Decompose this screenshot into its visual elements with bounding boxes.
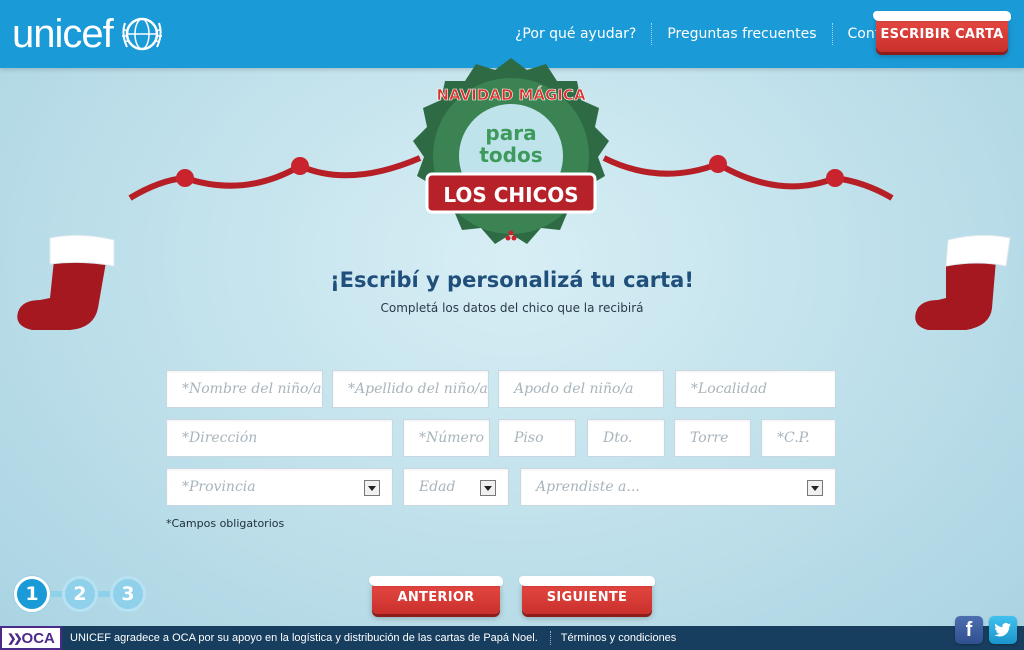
facebook-icon[interactable]: f: [955, 616, 983, 644]
dropdown-arrow-icon[interactable]: [807, 480, 823, 496]
facebook-glyph: f: [965, 618, 973, 641]
required-fields-note: *Campos obligatorios: [166, 517, 285, 530]
twitter-bird-icon: [994, 623, 1011, 637]
badge-line2: para: [485, 121, 536, 145]
direccion-field[interactable]: *Dirección: [166, 419, 393, 457]
dto-field[interactable]: Dto.: [587, 419, 665, 457]
torre-field[interactable]: Torre: [674, 419, 751, 457]
edad-value: Edad: [419, 479, 456, 495]
dropdown-arrow-icon[interactable]: [480, 480, 496, 496]
footer: ❯❯ OCA UNICEF agradece a OCA por su apoy…: [0, 626, 1024, 650]
anterior-button[interactable]: ANTERIOR: [369, 576, 503, 614]
numero-field[interactable]: *Número: [403, 419, 490, 457]
apellido-field[interactable]: *Apellido del niño/a: [332, 370, 489, 408]
terminos-link[interactable]: Términos y condiciones: [561, 632, 677, 644]
logo-text: unicef: [12, 12, 114, 56]
provincia-select[interactable]: *Provincia: [166, 468, 393, 506]
snow-cap: [873, 11, 1011, 21]
twitter-icon[interactable]: [989, 616, 1017, 644]
cp-field[interactable]: *C.P.: [761, 419, 836, 457]
page-subtitle: Completá los datos del chico que la reci…: [380, 301, 644, 315]
aprendiste-select[interactable]: Aprendiste a...: [520, 468, 836, 506]
escribir-carta-label: ESCRIBIR CARTA: [880, 26, 1004, 42]
page-title: ¡Escribí y personalizá tu carta!: [330, 268, 694, 292]
nombre-field[interactable]: *Nombre del niño/a: [166, 370, 323, 408]
badge-line3: todos: [479, 143, 542, 167]
oca-logo[interactable]: ❯❯ OCA: [0, 626, 62, 650]
navidad-magica-badge: NAVIDAD MÁGICA para todos LOS CHICOS: [413, 58, 609, 244]
siguiente-label: SIGUIENTE: [546, 590, 628, 605]
apodo-field[interactable]: Apodo del niño/a: [498, 370, 664, 408]
piso-field[interactable]: Piso: [498, 419, 576, 457]
aprendiste-value: Aprendiste a...: [536, 479, 640, 495]
nav-preguntas-frecuentes[interactable]: Preguntas frecuentes: [652, 22, 831, 46]
main-nav: ¿Por qué ayudar? Preguntas frecuentes Co…: [500, 22, 926, 46]
unicef-emblem-icon: [121, 17, 162, 51]
siguiente-button[interactable]: SIGUIENTE: [519, 576, 655, 614]
oca-logo-text: OCA: [21, 629, 55, 647]
step-3: 3: [110, 576, 146, 612]
unicef-logo[interactable]: unicef: [12, 12, 165, 56]
escribir-carta-button[interactable]: ESCRIBIR CARTA: [873, 11, 1011, 52]
nav-por-que-ayudar[interactable]: ¿Por qué ayudar?: [500, 22, 651, 46]
badge-line1: NAVIDAD MÁGICA: [436, 85, 586, 104]
footer-divider: [549, 631, 551, 645]
localidad-field[interactable]: *Localidad: [675, 370, 836, 408]
provincia-value: *Provincia: [182, 479, 256, 495]
step-2: 2: [62, 576, 98, 612]
snow-cap: [519, 576, 655, 586]
anterior-label: ANTERIOR: [397, 590, 475, 605]
edad-select[interactable]: Edad: [403, 468, 509, 506]
badge-line4: LOS CHICOS: [443, 183, 578, 207]
snow-cap: [369, 576, 503, 586]
oca-chevron-icon: ❯❯: [7, 632, 23, 645]
dropdown-arrow-icon[interactable]: [364, 480, 380, 496]
sponsor-thanks-text: UNICEF agradece a OCA por su apoyo en la…: [70, 632, 538, 644]
step-1: 1: [14, 576, 50, 612]
